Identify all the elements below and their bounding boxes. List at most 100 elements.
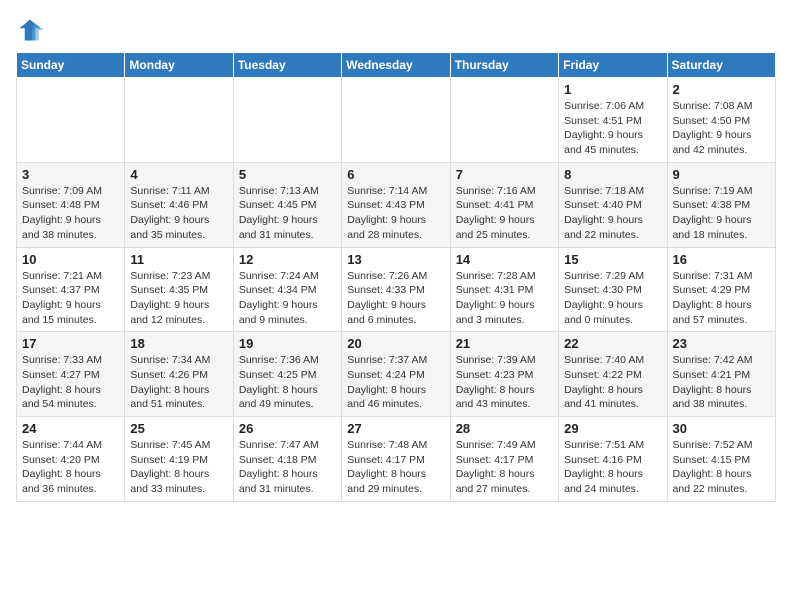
day-number: 18 xyxy=(130,336,227,351)
day-info: Sunrise: 7:16 AM Sunset: 4:41 PM Dayligh… xyxy=(456,184,553,243)
calendar-cell: 30 Sunrise: 7:52 AM Sunset: 4:15 PM Dayli… xyxy=(667,417,775,502)
day-info: Sunrise: 7:19 AM Sunset: 4:38 PM Dayligh… xyxy=(673,184,770,243)
header-day-monday: Monday xyxy=(125,53,233,78)
header-row: SundayMondayTuesdayWednesdayThursdayFrid… xyxy=(17,53,776,78)
calendar-cell: 8Sunrise: 7:18 AM Sunset: 4:40 PM Daylig… xyxy=(559,162,667,247)
calendar-cell: 1 Sunrise: 7:06 AM Sunset: 4:51 PM Daylig… xyxy=(559,78,667,163)
week-row-5: 24 Sunrise: 7:44 AM Sunset: 4:20 PM Dayli… xyxy=(17,417,776,502)
calendar-body: 1 Sunrise: 7:06 AM Sunset: 4:51 PM Daylig… xyxy=(17,78,776,502)
day-number: 6 xyxy=(347,167,444,182)
day-number: 16 xyxy=(673,252,770,267)
calendar-cell: 21 Sunrise: 7:39 AM Sunset: 4:23 PM Dayli… xyxy=(450,332,558,417)
day-info: Sunrise: 7:48 AM Sunset: 4:17 PM Dayligh… xyxy=(347,438,444,497)
calendar-cell: 20Sunrise: 7:37 AM Sunset: 4:24 PM Dayli… xyxy=(342,332,450,417)
calendar-cell xyxy=(17,78,125,163)
day-info: Sunrise: 7:09 AM Sunset: 4:48 PM Dayligh… xyxy=(22,184,119,243)
logo-icon xyxy=(16,16,44,44)
day-number: 1 xyxy=(564,82,661,97)
day-info: Sunrise: 7:37 AM Sunset: 4:24 PM Dayligh… xyxy=(347,353,444,412)
day-number: 28 xyxy=(456,421,553,436)
day-number: 11 xyxy=(130,252,227,267)
day-number: 23 xyxy=(673,336,770,351)
header-day-sunday: Sunday xyxy=(17,53,125,78)
day-number: 5 xyxy=(239,167,336,182)
day-info: Sunrise: 7:29 AM Sunset: 4:30 PM Dayligh… xyxy=(564,269,661,328)
calendar-cell: 10Sunrise: 7:21 AM Sunset: 4:37 PM Dayli… xyxy=(17,247,125,332)
calendar-cell: 2Sunrise: 7:08 AM Sunset: 4:50 PM Daylig… xyxy=(667,78,775,163)
day-info: Sunrise: 7:34 AM Sunset: 4:26 PM Dayligh… xyxy=(130,353,227,412)
calendar-cell: 16 Sunrise: 7:31 AM Sunset: 4:29 PM Dayli… xyxy=(667,247,775,332)
day-info: Sunrise: 7:21 AM Sunset: 4:37 PM Dayligh… xyxy=(22,269,119,328)
day-info: Sunrise: 7:51 AM Sunset: 4:16 PM Dayligh… xyxy=(564,438,661,497)
day-number: 21 xyxy=(456,336,553,351)
day-number: 19 xyxy=(239,336,336,351)
calendar-cell: 17 Sunrise: 7:33 AM Sunset: 4:27 PM Dayli… xyxy=(17,332,125,417)
day-number: 4 xyxy=(130,167,227,182)
day-number: 29 xyxy=(564,421,661,436)
calendar-cell: 12 Sunrise: 7:24 AM Sunset: 4:34 PM Dayli… xyxy=(233,247,341,332)
calendar-cell: 6 Sunrise: 7:14 AM Sunset: 4:43 PM Daylig… xyxy=(342,162,450,247)
calendar-cell: 24 Sunrise: 7:44 AM Sunset: 4:20 PM Dayli… xyxy=(17,417,125,502)
day-info: Sunrise: 7:49 AM Sunset: 4:17 PM Dayligh… xyxy=(456,438,553,497)
day-info: Sunrise: 7:31 AM Sunset: 4:29 PM Dayligh… xyxy=(673,269,770,328)
day-info: Sunrise: 7:45 AM Sunset: 4:19 PM Dayligh… xyxy=(130,438,227,497)
day-number: 3 xyxy=(22,167,119,182)
day-number: 24 xyxy=(22,421,119,436)
calendar-cell: 13 Sunrise: 7:26 AM Sunset: 4:33 PM Dayli… xyxy=(342,247,450,332)
day-info: Sunrise: 7:28 AM Sunset: 4:31 PM Dayligh… xyxy=(456,269,553,328)
calendar-cell: 9 Sunrise: 7:19 AM Sunset: 4:38 PM Daylig… xyxy=(667,162,775,247)
day-info: Sunrise: 7:39 AM Sunset: 4:23 PM Dayligh… xyxy=(456,353,553,412)
calendar-cell: 26 Sunrise: 7:47 AM Sunset: 4:18 PM Dayli… xyxy=(233,417,341,502)
day-info: Sunrise: 7:26 AM Sunset: 4:33 PM Dayligh… xyxy=(347,269,444,328)
day-number: 30 xyxy=(673,421,770,436)
calendar-cell: 3 Sunrise: 7:09 AM Sunset: 4:48 PM Daylig… xyxy=(17,162,125,247)
calendar-cell: 22Sunrise: 7:40 AM Sunset: 4:22 PM Dayli… xyxy=(559,332,667,417)
day-info: Sunrise: 7:47 AM Sunset: 4:18 PM Dayligh… xyxy=(239,438,336,497)
page-header xyxy=(16,16,776,44)
day-info: Sunrise: 7:14 AM Sunset: 4:43 PM Dayligh… xyxy=(347,184,444,243)
calendar-header: SundayMondayTuesdayWednesdayThursdayFrid… xyxy=(17,53,776,78)
day-info: Sunrise: 7:13 AM Sunset: 4:45 PM Dayligh… xyxy=(239,184,336,243)
day-info: Sunrise: 7:23 AM Sunset: 4:35 PM Dayligh… xyxy=(130,269,227,328)
calendar-table: SundayMondayTuesdayWednesdayThursdayFrid… xyxy=(16,52,776,502)
calendar-cell: 5 Sunrise: 7:13 AM Sunset: 4:45 PM Daylig… xyxy=(233,162,341,247)
day-number: 9 xyxy=(673,167,770,182)
day-number: 8 xyxy=(564,167,661,182)
day-number: 26 xyxy=(239,421,336,436)
calendar-cell: 11 Sunrise: 7:23 AM Sunset: 4:35 PM Dayli… xyxy=(125,247,233,332)
header-day-tuesday: Tuesday xyxy=(233,53,341,78)
week-row-3: 10Sunrise: 7:21 AM Sunset: 4:37 PM Dayli… xyxy=(17,247,776,332)
day-number: 12 xyxy=(239,252,336,267)
week-row-1: 1 Sunrise: 7:06 AM Sunset: 4:51 PM Daylig… xyxy=(17,78,776,163)
calendar-cell: 29 Sunrise: 7:51 AM Sunset: 4:16 PM Dayli… xyxy=(559,417,667,502)
header-day-saturday: Saturday xyxy=(667,53,775,78)
calendar-cell: 15 Sunrise: 7:29 AM Sunset: 4:30 PM Dayli… xyxy=(559,247,667,332)
day-number: 27 xyxy=(347,421,444,436)
day-number: 25 xyxy=(130,421,227,436)
day-info: Sunrise: 7:42 AM Sunset: 4:21 PM Dayligh… xyxy=(673,353,770,412)
day-info: Sunrise: 7:11 AM Sunset: 4:46 PM Dayligh… xyxy=(130,184,227,243)
day-info: Sunrise: 7:36 AM Sunset: 4:25 PM Dayligh… xyxy=(239,353,336,412)
calendar-cell: 23 Sunrise: 7:42 AM Sunset: 4:21 PM Dayli… xyxy=(667,332,775,417)
day-number: 14 xyxy=(456,252,553,267)
day-number: 2 xyxy=(673,82,770,97)
calendar-cell: 7Sunrise: 7:16 AM Sunset: 4:41 PM Daylig… xyxy=(450,162,558,247)
day-number: 13 xyxy=(347,252,444,267)
calendar-cell: 4 Sunrise: 7:11 AM Sunset: 4:46 PM Daylig… xyxy=(125,162,233,247)
day-info: Sunrise: 7:52 AM Sunset: 4:15 PM Dayligh… xyxy=(673,438,770,497)
calendar-cell: 27 Sunrise: 7:48 AM Sunset: 4:17 PM Dayli… xyxy=(342,417,450,502)
day-info: Sunrise: 7:44 AM Sunset: 4:20 PM Dayligh… xyxy=(22,438,119,497)
day-info: Sunrise: 7:33 AM Sunset: 4:27 PM Dayligh… xyxy=(22,353,119,412)
calendar-cell xyxy=(342,78,450,163)
day-number: 17 xyxy=(22,336,119,351)
calendar-cell: 14 Sunrise: 7:28 AM Sunset: 4:31 PM Dayli… xyxy=(450,247,558,332)
calendar-cell: 28 Sunrise: 7:49 AM Sunset: 4:17 PM Dayli… xyxy=(450,417,558,502)
day-info: Sunrise: 7:24 AM Sunset: 4:34 PM Dayligh… xyxy=(239,269,336,328)
header-day-thursday: Thursday xyxy=(450,53,558,78)
day-info: Sunrise: 7:06 AM Sunset: 4:51 PM Dayligh… xyxy=(564,99,661,158)
week-row-4: 17 Sunrise: 7:33 AM Sunset: 4:27 PM Dayli… xyxy=(17,332,776,417)
day-info: Sunrise: 7:40 AM Sunset: 4:22 PM Dayligh… xyxy=(564,353,661,412)
day-number: 15 xyxy=(564,252,661,267)
week-row-2: 3 Sunrise: 7:09 AM Sunset: 4:48 PM Daylig… xyxy=(17,162,776,247)
calendar-cell xyxy=(233,78,341,163)
